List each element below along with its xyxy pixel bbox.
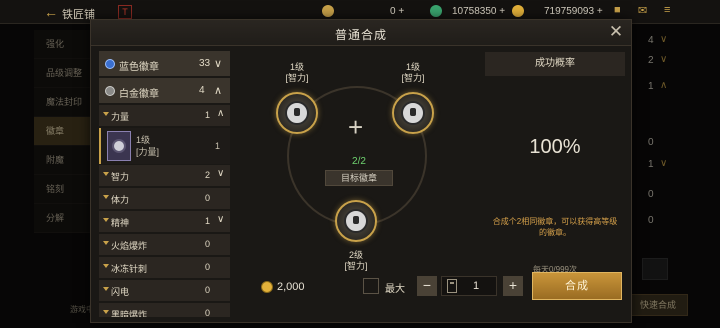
badge-item[interactable]: 1级 [力量] 1 bbox=[99, 128, 230, 164]
sub-category[interactable]: 精神 1 ∨ bbox=[99, 211, 230, 233]
chevron-up-icon: ∧ bbox=[214, 85, 223, 97]
blue-badge-icon bbox=[105, 59, 115, 69]
triangle-icon bbox=[103, 218, 109, 222]
sub-category[interactable]: 火焰爆炸 0 bbox=[99, 234, 230, 256]
sub-category[interactable]: 体力 0 bbox=[99, 188, 230, 210]
badge-icon bbox=[344, 209, 368, 233]
material-progress: 2/2 bbox=[352, 156, 366, 167]
slot-1-label: 1级 [智力] bbox=[285, 62, 309, 83]
moon-currency-icon bbox=[322, 5, 334, 17]
triangle-icon bbox=[103, 287, 109, 291]
result-label: 2级 [智力] bbox=[344, 250, 368, 271]
synthesis-description: 合成个2相同徽章，可以获得高等级的徽章。 bbox=[492, 217, 618, 237]
max-label: 最大 bbox=[385, 284, 405, 295]
badge-thumbnail bbox=[107, 131, 131, 161]
badge-icon bbox=[285, 101, 309, 125]
chevron-down-icon: ∨ bbox=[214, 58, 223, 70]
gem-currency-icon bbox=[430, 5, 442, 17]
sub-category[interactable]: 智力 2 ∨ bbox=[99, 165, 230, 187]
material-slot-2[interactable] bbox=[392, 92, 434, 134]
chest-icon[interactable]: ■ bbox=[614, 4, 630, 18]
currency-3-value[interactable]: 719759093 + bbox=[544, 6, 603, 17]
decrease-button[interactable]: − bbox=[417, 276, 437, 296]
chevron-down-icon: ∨ bbox=[217, 214, 225, 225]
synthesis-cost: 2,000 bbox=[277, 281, 305, 293]
currency-2-value[interactable]: 10758350 + bbox=[452, 6, 505, 17]
success-rate-value: 100% bbox=[529, 136, 581, 158]
result-slot[interactable] bbox=[335, 200, 377, 242]
gold-currency-icon bbox=[512, 5, 524, 17]
slot-2-label: 1级 [智力] bbox=[401, 62, 425, 83]
plus-icon: + bbox=[348, 112, 364, 142]
sub-category[interactable]: 黑暗爆炸 0 bbox=[99, 303, 230, 317]
settings-icon[interactable]: ≡ bbox=[664, 4, 680, 18]
synthesis-area: 1级 [智力] + 1级 [智力] 2/2 目标徽章 2级 [智力] bbox=[243, 52, 477, 280]
gold-coin-icon bbox=[261, 281, 273, 293]
success-rate-panel: 成功概率 100% 合成个2相同徽章，可以获得高等级的徽章。 每天0/999次 bbox=[485, 52, 625, 280]
max-checkbox[interactable] bbox=[363, 278, 379, 294]
badge-item-name: 1级 [力量] bbox=[136, 135, 160, 157]
mail-icon[interactable]: ✉ bbox=[638, 4, 654, 18]
sub-category[interactable]: 闪电 0 bbox=[99, 280, 230, 302]
dialog-title: 普通合成 bbox=[334, 28, 387, 42]
platinum-badge-icon bbox=[105, 86, 115, 96]
target-badge-label: 目标徽章 bbox=[325, 170, 393, 186]
category-blue-badges[interactable]: 蓝色徽章 33 ∨ bbox=[99, 51, 230, 77]
triangle-icon bbox=[103, 195, 109, 199]
sub-category-power[interactable]: 力量 1 ∧ bbox=[99, 105, 230, 127]
dialog-header: 普通合成 ✕ bbox=[91, 20, 631, 46]
triangle-icon bbox=[103, 264, 109, 268]
triangle-icon bbox=[103, 112, 109, 116]
sub-category[interactable]: 冰冻针刺 0 bbox=[99, 257, 230, 279]
triangle-icon bbox=[103, 241, 109, 245]
triangle-icon bbox=[103, 310, 109, 314]
currency-1-value[interactable]: 0 + bbox=[390, 6, 404, 17]
success-rate-header: 成功概率 bbox=[485, 52, 625, 76]
triangle-icon bbox=[103, 172, 109, 176]
badge-item-count: 1 bbox=[215, 141, 221, 151]
close-icon[interactable]: ✕ bbox=[607, 23, 625, 41]
synthesize-button[interactable]: 合成 bbox=[532, 272, 622, 300]
chevron-up-icon: ∧ bbox=[217, 108, 225, 119]
quantity-value: 1 bbox=[473, 280, 480, 292]
synthesis-dialog: 普通合成 ✕ 蓝色徽章 33 ∨ 白金徽章 4 ∧ 力量 1 ∧ 1级 [力量] … bbox=[90, 19, 632, 323]
calculator-icon[interactable] bbox=[447, 279, 457, 293]
badge-icon bbox=[112, 139, 126, 153]
material-slot-1[interactable] bbox=[276, 92, 318, 134]
badge-list: 蓝色徽章 33 ∨ 白金徽章 4 ∧ 力量 1 ∧ 1级 [力量] 1 智力 2 … bbox=[99, 51, 230, 317]
event-icon[interactable]: T bbox=[118, 5, 132, 19]
category-platinum-badges[interactable]: 白金徽章 4 ∧ bbox=[99, 78, 230, 104]
increase-button[interactable]: + bbox=[503, 276, 523, 296]
chevron-down-icon: ∨ bbox=[217, 168, 225, 179]
badge-icon bbox=[401, 101, 425, 125]
back-arrow-icon[interactable]: ← bbox=[44, 4, 58, 20]
